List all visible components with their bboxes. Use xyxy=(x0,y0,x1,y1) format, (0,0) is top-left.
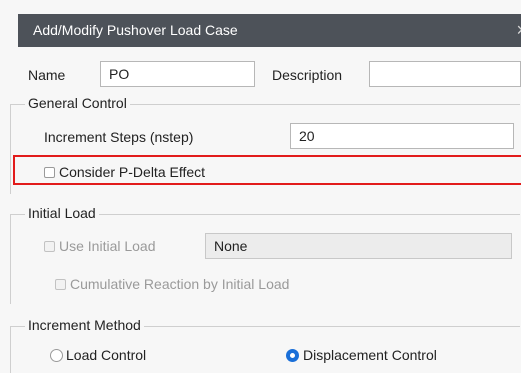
use-initial-load-checkbox[interactable] xyxy=(44,241,55,252)
name-field[interactable]: PO xyxy=(100,61,255,87)
dialog-title: Add/Modify Pushover Load Case xyxy=(33,22,238,38)
increment-steps-label: Increment Steps (nstep) xyxy=(44,129,194,145)
cumulative-reaction-label: Cumulative Reaction by Initial Load xyxy=(70,276,290,292)
displacement-control-radio[interactable] xyxy=(286,349,299,362)
name-label: Name xyxy=(28,67,66,83)
increment-method-title: Increment Method xyxy=(25,317,144,333)
pushover-load-case-dialog: Add/Modify Pushover Load Case × Name PO … xyxy=(0,0,521,373)
description-field[interactable] xyxy=(369,61,521,87)
pdelta-label[interactable]: Consider P-Delta Effect xyxy=(59,164,205,180)
initial-load-title: Initial Load xyxy=(25,205,99,221)
cumulative-reaction-checkbox[interactable] xyxy=(55,279,66,290)
increment-steps-field[interactable]: 20 xyxy=(290,123,514,149)
load-control-radio[interactable] xyxy=(50,349,63,362)
displacement-control-label[interactable]: Displacement Control xyxy=(303,347,437,363)
use-initial-load-label: Use Initial Load xyxy=(59,238,156,254)
pdelta-checkbox[interactable] xyxy=(44,167,55,178)
load-control-label[interactable]: Load Control xyxy=(66,347,146,363)
dialog-titlebar: Add/Modify Pushover Load Case × xyxy=(18,14,521,47)
description-label: Description xyxy=(272,67,343,83)
general-control-title: General Control xyxy=(25,95,130,111)
close-icon[interactable]: × xyxy=(516,20,521,41)
initial-load-select[interactable]: None xyxy=(205,233,512,259)
